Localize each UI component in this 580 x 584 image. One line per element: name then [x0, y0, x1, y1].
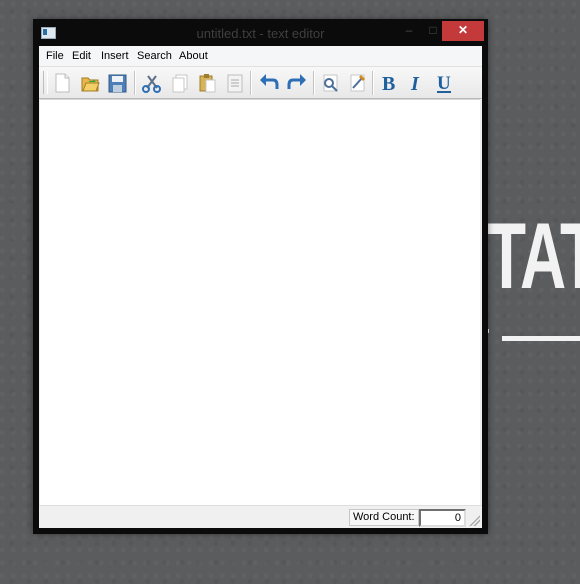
italic-button[interactable]: I: [404, 71, 428, 95]
bold-button[interactable]: B: [377, 71, 401, 95]
status-bar: Word Count: 0: [39, 505, 482, 528]
save-button[interactable]: [105, 71, 129, 95]
paste-icon: [199, 74, 216, 93]
copy-button[interactable]: [168, 71, 192, 95]
desktop-background-line: [502, 336, 580, 341]
editor-client-area: File Edit Insert Search About B I U Word…: [39, 46, 482, 528]
minimize-button[interactable]: –: [398, 21, 420, 41]
toolbar-separator: [372, 71, 373, 95]
resize-grip-icon[interactable]: [468, 514, 480, 526]
paste-special-icon: [227, 74, 243, 93]
menu-search[interactable]: Search: [137, 49, 172, 63]
svg-text:U: U: [437, 73, 451, 94]
bold-icon: B: [382, 73, 395, 95]
close-button[interactable]: ✕: [442, 21, 484, 41]
title-bar[interactable]: untitled.txt - text editor – □ ✕: [33, 19, 488, 46]
undo-button[interactable]: [257, 71, 281, 95]
find-button[interactable]: [318, 71, 342, 95]
menu-edit[interactable]: Edit: [72, 49, 91, 63]
redo-icon: [287, 74, 306, 89]
maximize-button[interactable]: □: [422, 21, 444, 41]
word-count-label: Word Count:: [349, 509, 419, 526]
toolbar-separator: [250, 71, 251, 95]
new-file-icon: [55, 73, 70, 93]
replace-button[interactable]: [345, 71, 369, 95]
menu-insert[interactable]: Insert: [101, 49, 129, 63]
toolbar-separator: [134, 71, 135, 95]
new-file-button[interactable]: [50, 71, 74, 95]
menu-about[interactable]: About: [179, 49, 208, 63]
cut-icon: [142, 75, 161, 93]
save-icon: [108, 74, 127, 93]
paste-button[interactable]: [195, 71, 219, 95]
undo-icon: [260, 74, 279, 89]
find-icon: [323, 74, 338, 92]
open-folder-icon: [81, 77, 100, 92]
cut-button[interactable]: [140, 71, 164, 95]
copy-icon: [172, 74, 188, 93]
toolbar-grip[interactable]: [43, 71, 48, 94]
italic-icon: I: [410, 73, 420, 95]
menu-bar: File Edit Insert Search About: [39, 46, 482, 67]
underline-icon: U: [437, 73, 451, 94]
redo-button[interactable]: [285, 71, 309, 95]
svg-text:I: I: [410, 73, 420, 95]
open-button[interactable]: [78, 71, 102, 95]
desktop-background-text: TAT: [487, 203, 580, 308]
menu-file[interactable]: File: [46, 49, 64, 63]
svg-text:B: B: [382, 73, 395, 95]
underline-button[interactable]: U: [432, 71, 456, 95]
paste-special-button[interactable]: [223, 71, 247, 95]
text-area[interactable]: [40, 99, 480, 506]
replace-icon: [350, 74, 366, 92]
toolbar: B I U: [39, 67, 482, 99]
text-editor-window: untitled.txt - text editor – □ ✕ File Ed…: [33, 19, 488, 534]
word-count-value: 0: [419, 509, 466, 527]
toolbar-separator: [313, 71, 314, 95]
